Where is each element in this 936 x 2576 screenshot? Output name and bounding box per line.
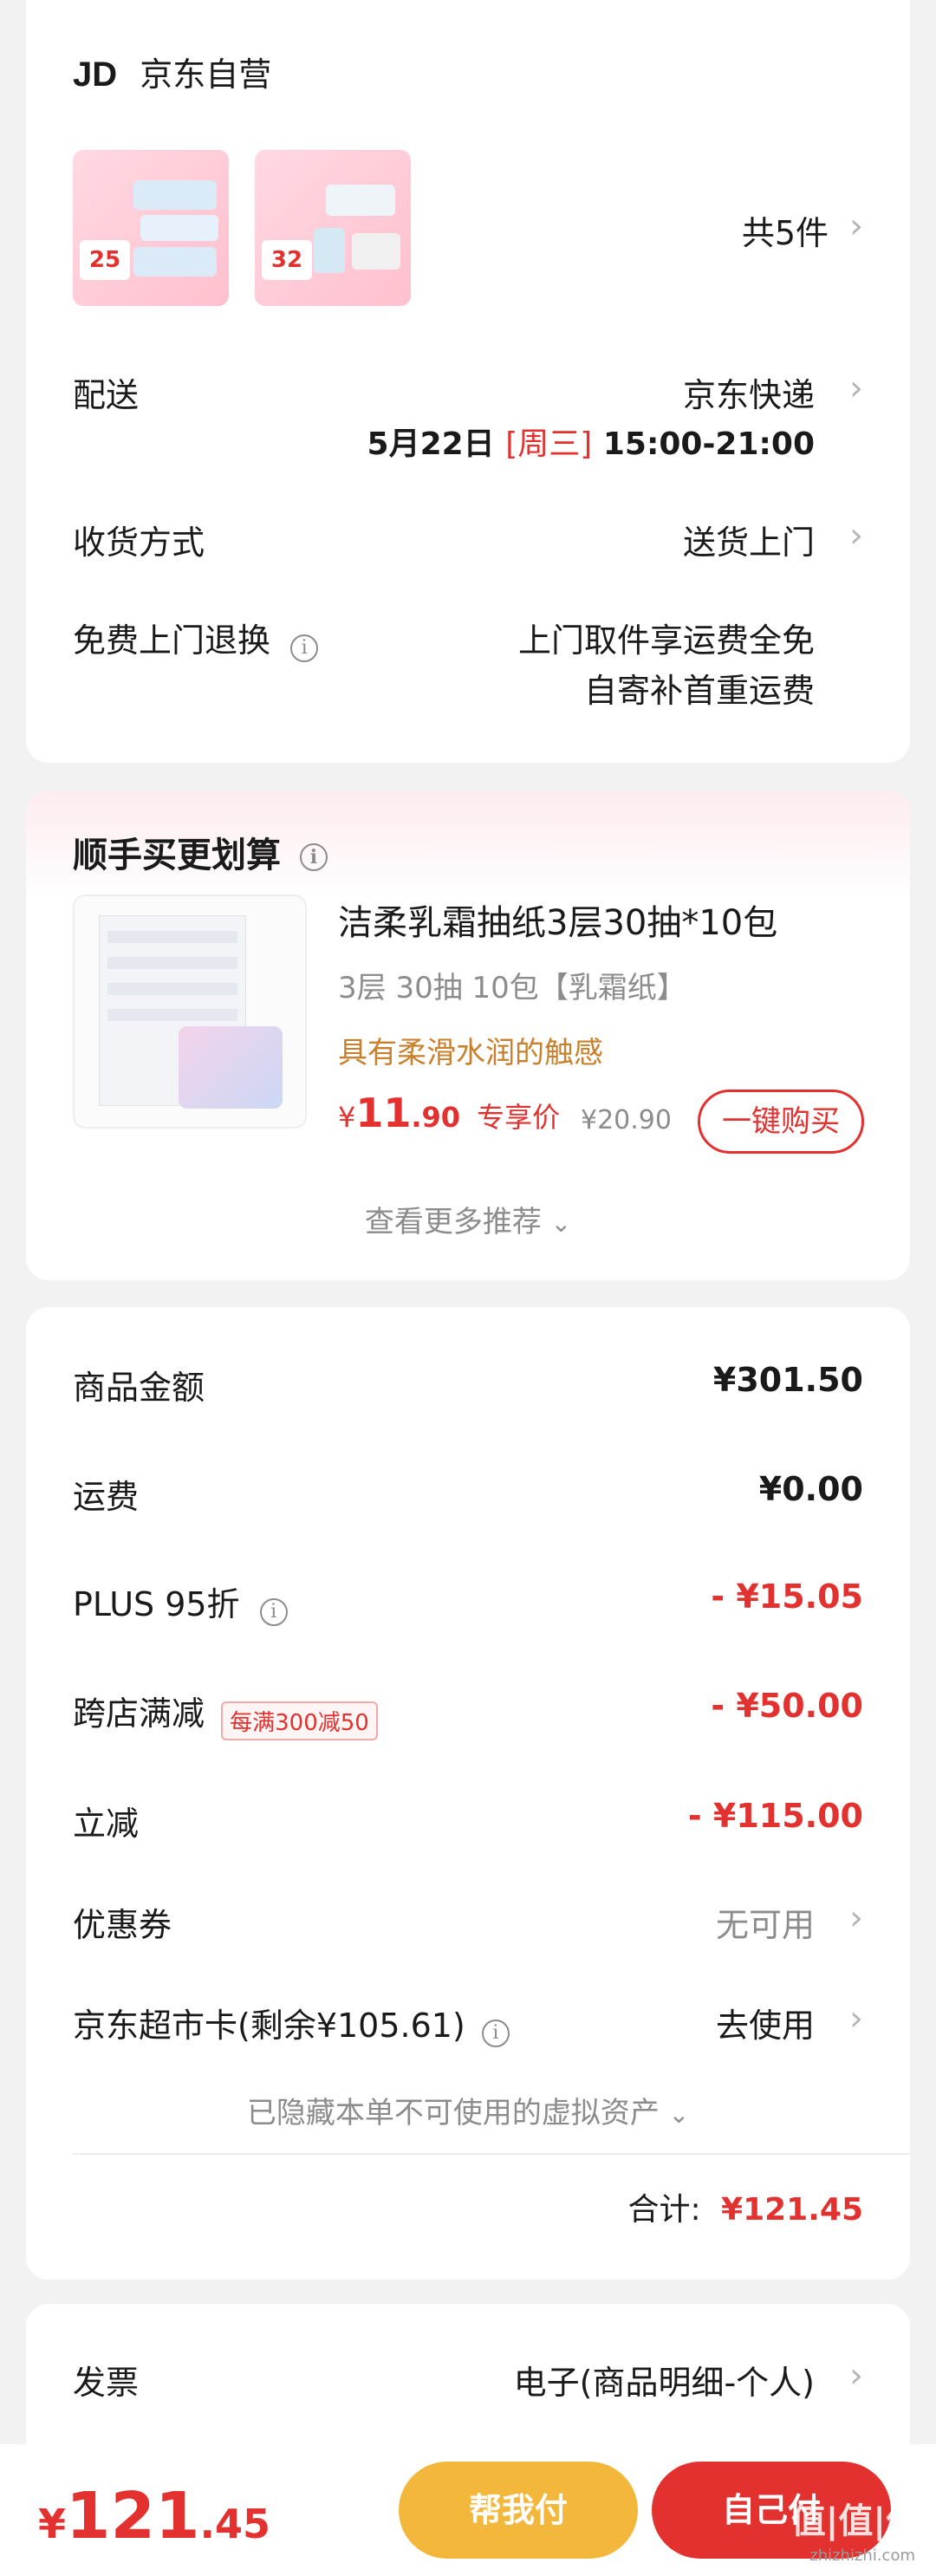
checkout-bar: ¥121.45 帮我付 自己付 值|值|值 zhizhizhi.com bbox=[0, 2444, 936, 2576]
invoice-row[interactable]: 发票 电子(商品明细-个人) › bbox=[73, 2356, 863, 2404]
summary-row-goods: 商品金额 ¥301.50 bbox=[73, 1361, 863, 1407]
chevron-right-icon: › bbox=[849, 516, 863, 556]
delivery-carrier: 京东快递 bbox=[682, 376, 815, 414]
delivery-time: 5月22日 [周三] 15:00-21:00 bbox=[367, 426, 815, 462]
help-pay-button[interactable]: 帮我付 bbox=[399, 2462, 638, 2559]
price-tag: 专享价 bbox=[477, 1101, 561, 1134]
info-icon[interactable]: i bbox=[290, 634, 319, 662]
summary-row-instant-discount: 立减 - ¥115.00 bbox=[73, 1797, 863, 1843]
addon-card: 顺手买更划算 i 洁柔乳霜抽纸3层30抽*10包 3层 30抽 10包【乳霜纸】… bbox=[26, 790, 910, 1280]
promo-badge: 每满300减50 bbox=[221, 1701, 378, 1740]
checkout-total: ¥121.45 bbox=[38, 2479, 270, 2553]
product-thumb-2[interactable]: 32 bbox=[255, 150, 411, 306]
summary-total: 合计: ¥121.45 bbox=[627, 2192, 863, 2228]
chevron-right-icon: › bbox=[849, 206, 863, 246]
chevron-right-icon: › bbox=[849, 1999, 863, 2039]
chevron-right-icon: › bbox=[849, 2356, 863, 2396]
item-count[interactable]: 共5件 › bbox=[742, 206, 863, 254]
chevron-right-icon: › bbox=[849, 1898, 863, 1938]
info-icon[interactable]: i bbox=[299, 843, 328, 871]
summary-card: 商品金额 ¥301.50 运费 ¥0.00 PLUS 95折 i - ¥15.0… bbox=[26, 1307, 910, 2280]
more-recommendations[interactable]: 查看更多推荐 ⌄ bbox=[26, 1198, 910, 1240]
addon-original-price: ¥20.90 bbox=[581, 1105, 672, 1135]
shop-name: 京东自营 bbox=[140, 55, 272, 94]
summary-row-plus: PLUS 95折 i - ¥15.05 bbox=[73, 1577, 863, 1626]
addon-product-spec: 3层 30抽 10包【乳霜纸】 bbox=[338, 971, 686, 1005]
info-icon[interactable]: i bbox=[259, 1597, 288, 1626]
summary-divider bbox=[73, 2153, 910, 2155]
summary-row-shipping: 运费 ¥0.00 bbox=[73, 1470, 863, 1516]
summary-row-coupon[interactable]: 优惠券 无可用 › bbox=[73, 1898, 863, 1946]
delivery-row[interactable]: 配送 京东快递 › 5月22日 [周三] 15:00-21:00 bbox=[73, 368, 863, 472]
jd-logo: JD bbox=[73, 55, 118, 94]
addon-title: 顺手买更划算 i bbox=[73, 827, 328, 877]
watermark-url: zhizhizhi.com bbox=[809, 2547, 915, 2565]
delivery-label: 配送 bbox=[73, 376, 140, 414]
addon-product-title[interactable]: 洁柔乳霜抽纸3层30抽*10包 bbox=[338, 894, 777, 945]
product-thumb-1[interactable]: 25 bbox=[73, 150, 229, 306]
chevron-right-icon: › bbox=[849, 368, 863, 408]
hidden-assets-toggle[interactable]: 已隐藏本单不可使用的虚拟资产 ⌄ bbox=[26, 2089, 910, 2131]
watermark: 值|值|值 bbox=[790, 2501, 920, 2541]
free-return-row: 免费上门退换 i 上门取件享运费全免 自寄补首重运费 bbox=[73, 621, 815, 710]
summary-row-supermarket-card[interactable]: 京东超市卡(剩余¥105.61) i 去使用 › bbox=[73, 1999, 863, 2047]
one-click-buy-button[interactable]: 一键购买 bbox=[698, 1090, 864, 1154]
shop-card: JD 京东自营 25 32 共5件 › 配送 京东快递 › 5月22日 [周三]… bbox=[26, 0, 910, 763]
addon-product-image[interactable] bbox=[73, 894, 307, 1129]
chevron-down-icon: ⌄ bbox=[550, 1209, 572, 1238]
info-icon[interactable]: i bbox=[481, 2019, 510, 2047]
receive-method-row[interactable]: 收货方式 送货上门 › bbox=[73, 516, 863, 568]
summary-row-cross-store: 跨店满减 每满300减50 - ¥50.00 bbox=[73, 1687, 863, 1740]
addon-tagline: 具有柔滑水润的触感 bbox=[338, 1036, 603, 1070]
shop-header: JD 京东自营 bbox=[73, 48, 271, 95]
chevron-down-icon: ⌄ bbox=[668, 2100, 690, 2129]
addon-price: ¥11.90 专享价 bbox=[338, 1090, 561, 1136]
